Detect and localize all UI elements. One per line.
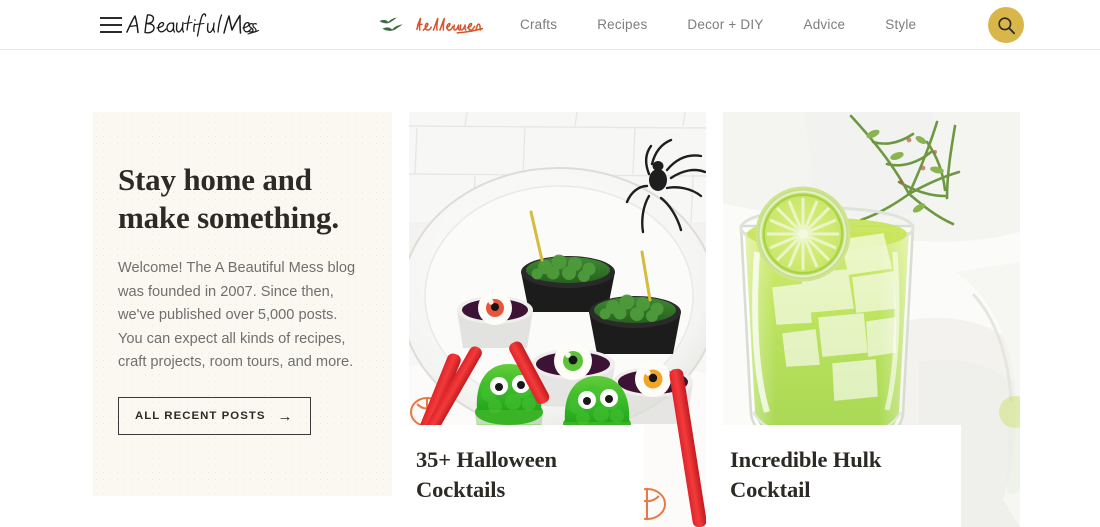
all-recent-posts-button[interactable]: ALL RECENT POSTS → [118,396,311,435]
nav-item-decor-diy[interactable]: Decor + DIY [667,0,783,50]
post-caption: 35+ Halloween Cocktails [409,425,644,527]
nav-item-advice[interactable]: Advice [784,0,866,50]
post-title[interactable]: Incredible Hulk Cocktail [730,445,937,505]
search-icon [997,16,1015,34]
hamburger-menu-icon[interactable] [100,17,122,33]
post-card-incredible-hulk-cocktail[interactable]: Incredible Hulk Cocktail [723,112,1020,527]
all-recent-posts-label: ALL RECENT POSTS [135,410,266,422]
site-header: Crafts Recipes Decor + DIY Advice Style [0,0,1100,50]
hamburger-line [100,24,122,26]
post-card-halloween-cocktails[interactable]: 35+ Halloween Cocktails [409,112,706,527]
a-beautiful-mess-logo[interactable] [124,4,259,46]
nav-item-crafts[interactable]: Crafts [500,0,577,50]
arrow-right-icon: → [277,407,294,425]
hamburger-line [100,31,122,33]
hero-title: Stay home and make something. [118,162,339,235]
post-caption: Incredible Hulk Cocktail [723,425,961,527]
bats-icon [379,17,403,31]
nav-item-style[interactable]: Style [865,0,936,50]
nav-item-halloween-label [416,17,484,34]
homepage: Crafts Recipes Decor + DIY Advice Style … [0,0,1100,527]
nav-item-halloween[interactable] [378,14,500,36]
main-nav: Crafts Recipes Decor + DIY Advice Style [378,0,936,50]
hero-intro-panel: Stay home and make something. Welcome! T… [93,112,392,496]
nav-item-recipes[interactable]: Recipes [577,0,667,50]
post-title[interactable]: 35+ Halloween Cocktails [416,445,620,505]
hero-description: Welcome! The A Beautiful Mess blog was f… [118,260,356,370]
hamburger-line [100,17,122,19]
search-button[interactable] [988,7,1024,43]
